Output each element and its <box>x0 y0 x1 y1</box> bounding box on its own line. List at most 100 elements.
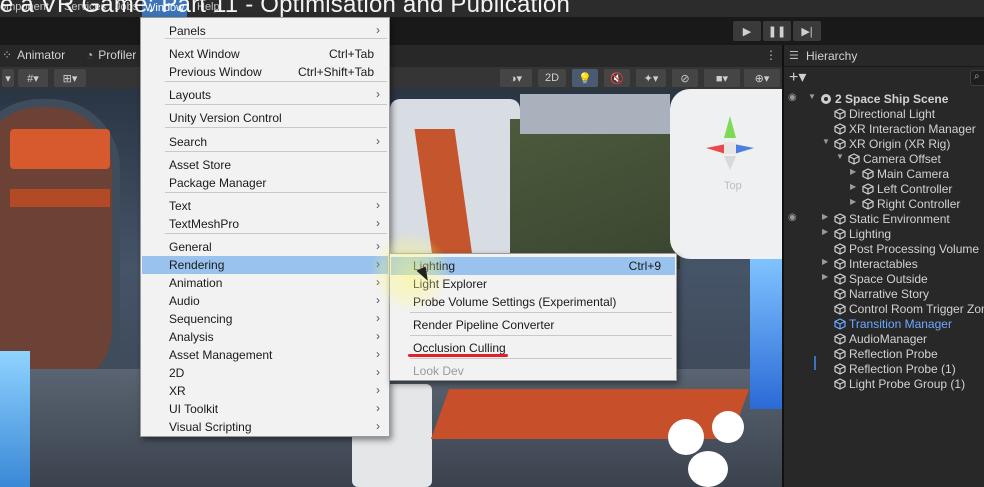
hierarchy-item-camera-offset[interactable]: ▼ Camera Offset <box>784 152 984 167</box>
gizmo-neg-y-axis[interactable] <box>724 156 736 170</box>
menu-item-xr[interactable]: XR › <box>142 382 388 400</box>
hierarchy-item-xr-origin-xr-rig[interactable]: ▼ XR Origin (XR Rig) <box>784 137 984 152</box>
menu-item-label: Previous Window <box>169 65 262 79</box>
hierarchy-item-xr-interaction-manager[interactable]: XR Interaction Manager <box>784 122 984 137</box>
menu-item-asset-management[interactable]: Asset Management › <box>142 346 388 364</box>
hierarchy-item-label: Camera Offset <box>863 152 941 166</box>
hand-tool-icon[interactable]: ▾ <box>2 69 14 87</box>
tab-profiler[interactable]: ◔ Profiler <box>86 48 136 62</box>
scene-orange-stripe-2 <box>10 189 110 207</box>
visibility-eye-icon[interactable]: ◉ <box>788 92 797 103</box>
menu-item-audio[interactable]: Audio › <box>142 292 388 310</box>
pause-button[interactable]: ❚❚ <box>763 21 791 41</box>
collapse-arrow-icon[interactable]: ▶ <box>822 212 828 221</box>
submenu-item-render-pipeline-converter[interactable]: Render Pipeline Converter <box>391 316 675 334</box>
collapse-arrow-icon[interactable]: ▶ <box>822 227 828 236</box>
hierarchy-item-space-outside[interactable]: ▶ Space Outside <box>784 272 984 287</box>
submenu-item-lighting[interactable]: Lighting Ctrl+9 <box>391 257 675 275</box>
hierarchy-item-right-controller[interactable]: ▶ Right Controller <box>784 197 984 212</box>
chevron-right-icon: › <box>376 329 380 343</box>
gizmo-z-axis[interactable] <box>734 144 754 154</box>
gizmo-x-axis[interactable] <box>706 144 726 154</box>
menu-item-2d[interactable]: 2D › <box>142 364 388 382</box>
gizmo-y-axis[interactable] <box>724 116 736 138</box>
hierarchy-item-control-room-trigger-zone[interactable]: Control Room Trigger Zone <box>784 302 984 317</box>
gizmos-icon[interactable]: ⊕▾ <box>744 69 780 87</box>
gameobject-cube-icon <box>834 108 846 120</box>
menu-item-asset-store[interactable]: Asset Store <box>142 156 388 174</box>
add-object-button[interactable]: +▾ <box>789 67 806 87</box>
step-button[interactable]: ▶| <box>793 21 821 41</box>
collapse-arrow-icon[interactable]: ▶ <box>850 182 856 191</box>
gameobject-cube-icon <box>862 168 874 180</box>
hierarchy-item-narrative-story[interactable]: Narrative Story <box>784 287 984 302</box>
hierarchy-tab[interactable]: ☰ Hierarchy <box>784 45 984 67</box>
play-button[interactable]: ▶ <box>733 21 761 41</box>
menu-separator <box>165 81 387 82</box>
toggle-2d-button[interactable]: 2D <box>538 69 566 87</box>
collapse-arrow-icon[interactable]: ▶ <box>822 272 828 281</box>
hierarchy-item-post-processing-volume[interactable]: Post Processing Volume <box>784 242 984 257</box>
grid-snap-icon[interactable]: #▾ <box>18 69 48 87</box>
hierarchy-item-static-environment[interactable]: ▶ Static Environment ◉ <box>784 212 984 227</box>
collapse-arrow-icon[interactable]: ▶ <box>850 197 856 206</box>
menu-item-search[interactable]: Search › <box>142 133 388 151</box>
collapse-arrow-icon[interactable]: ▶ <box>822 257 828 266</box>
chevron-right-icon: › <box>376 198 380 212</box>
gizmo-center[interactable] <box>724 142 736 154</box>
hierarchy-item-main-camera[interactable]: ▶ Main Camera <box>784 167 984 182</box>
hierarchy-icon: ☰ <box>789 50 799 62</box>
expand-arrow-icon[interactable]: ▼ <box>808 92 816 101</box>
menu-item-panels[interactable]: Panels › <box>142 22 388 40</box>
menu-item-package-manager[interactable]: Package Manager <box>142 174 388 192</box>
menu-item-layouts[interactable]: Layouts › <box>142 86 388 104</box>
gameobject-cube-icon <box>834 228 846 240</box>
hierarchy-item-transition-manager[interactable]: Transition Manager <box>784 317 984 332</box>
hierarchy-item-label: Space Outside <box>849 272 928 286</box>
menu-separator <box>410 312 672 313</box>
audio-toggle-icon[interactable]: 🔇 <box>604 69 630 87</box>
hierarchy-scene-row[interactable]: ▼ 2 Space Ship Scene ◉ <box>784 92 984 107</box>
increment-snap-icon[interactable]: ⊞▾ <box>54 69 86 87</box>
lighting-toggle-icon[interactable]: 💡 <box>572 69 598 87</box>
menu-item-previous-window[interactable]: Previous Window Ctrl+Shift+Tab <box>142 63 388 81</box>
hierarchy-item-light-probe-group-1[interactable]: Light Probe Group (1) <box>784 377 984 392</box>
hierarchy-item-label: Reflection Probe <box>849 347 938 361</box>
tab-animator[interactable]: ⁘ Animator <box>2 48 65 62</box>
effects-toggle-icon[interactable]: ✦▾ <box>636 69 666 87</box>
menu-item-next-window[interactable]: Next Window Ctrl+Tab <box>142 45 388 63</box>
hierarchy-item-audiomanager[interactable]: AudioManager <box>784 332 984 347</box>
visibility-toggle-icon[interactable]: ⊘ <box>672 69 698 87</box>
collapse-arrow-icon[interactable]: ▶ <box>850 167 856 176</box>
camera-settings-icon[interactable]: ■▾ <box>704 69 740 87</box>
shading-mode-icon[interactable]: ◑▾ <box>500 69 532 87</box>
menu-item-text[interactable]: Text › <box>142 197 388 215</box>
hierarchy-item-lighting[interactable]: ▶ Lighting <box>784 227 984 242</box>
expand-arrow-icon[interactable]: ▼ <box>822 137 830 146</box>
menu-item-ui-toolkit[interactable]: UI Toolkit › <box>142 400 388 418</box>
menu-item-sequencing[interactable]: Sequencing › <box>142 310 388 328</box>
scene-orange-stripe <box>10 129 110 169</box>
expand-arrow-icon[interactable]: ▼ <box>836 152 844 161</box>
menu-item-general[interactable]: General › <box>142 238 388 256</box>
hierarchy-item-interactables[interactable]: ▶ Interactables <box>784 257 984 272</box>
orientation-gizmo[interactable] <box>690 110 770 190</box>
visibility-eye-icon[interactable]: ◉ <box>788 212 797 223</box>
menu-item-textmeshpro[interactable]: TextMeshPro › <box>142 215 388 233</box>
hierarchy-item-directional-light[interactable]: Directional Light <box>784 107 984 122</box>
search-icon[interactable]: ⌕ <box>970 70 984 86</box>
submenu-item-look-dev: Look Dev <box>391 362 675 380</box>
menu-item-visual-scripting[interactable]: Visual Scripting › <box>142 418 388 436</box>
gameobject-cube-icon <box>834 378 846 390</box>
submenu-item-probe-volume-settings-experimental[interactable]: Probe Volume Settings (Experimental) <box>391 293 675 311</box>
submenu-item-light-explorer[interactable]: Light Explorer <box>391 275 675 293</box>
hierarchy-item-label: Reflection Probe (1) <box>849 362 956 376</box>
menu-item-rendering[interactable]: Rendering › <box>142 256 388 274</box>
menu-item-unity-version-control[interactable]: Unity Version Control <box>142 109 388 127</box>
menu-item-label: TextMeshPro <box>169 217 240 231</box>
menu-separator <box>410 358 672 359</box>
more-options-icon[interactable]: ⋮ <box>765 48 777 62</box>
hierarchy-item-left-controller[interactable]: ▶ Left Controller <box>784 182 984 197</box>
menu-item-animation[interactable]: Animation › <box>142 274 388 292</box>
menu-item-analysis[interactable]: Analysis › <box>142 328 388 346</box>
